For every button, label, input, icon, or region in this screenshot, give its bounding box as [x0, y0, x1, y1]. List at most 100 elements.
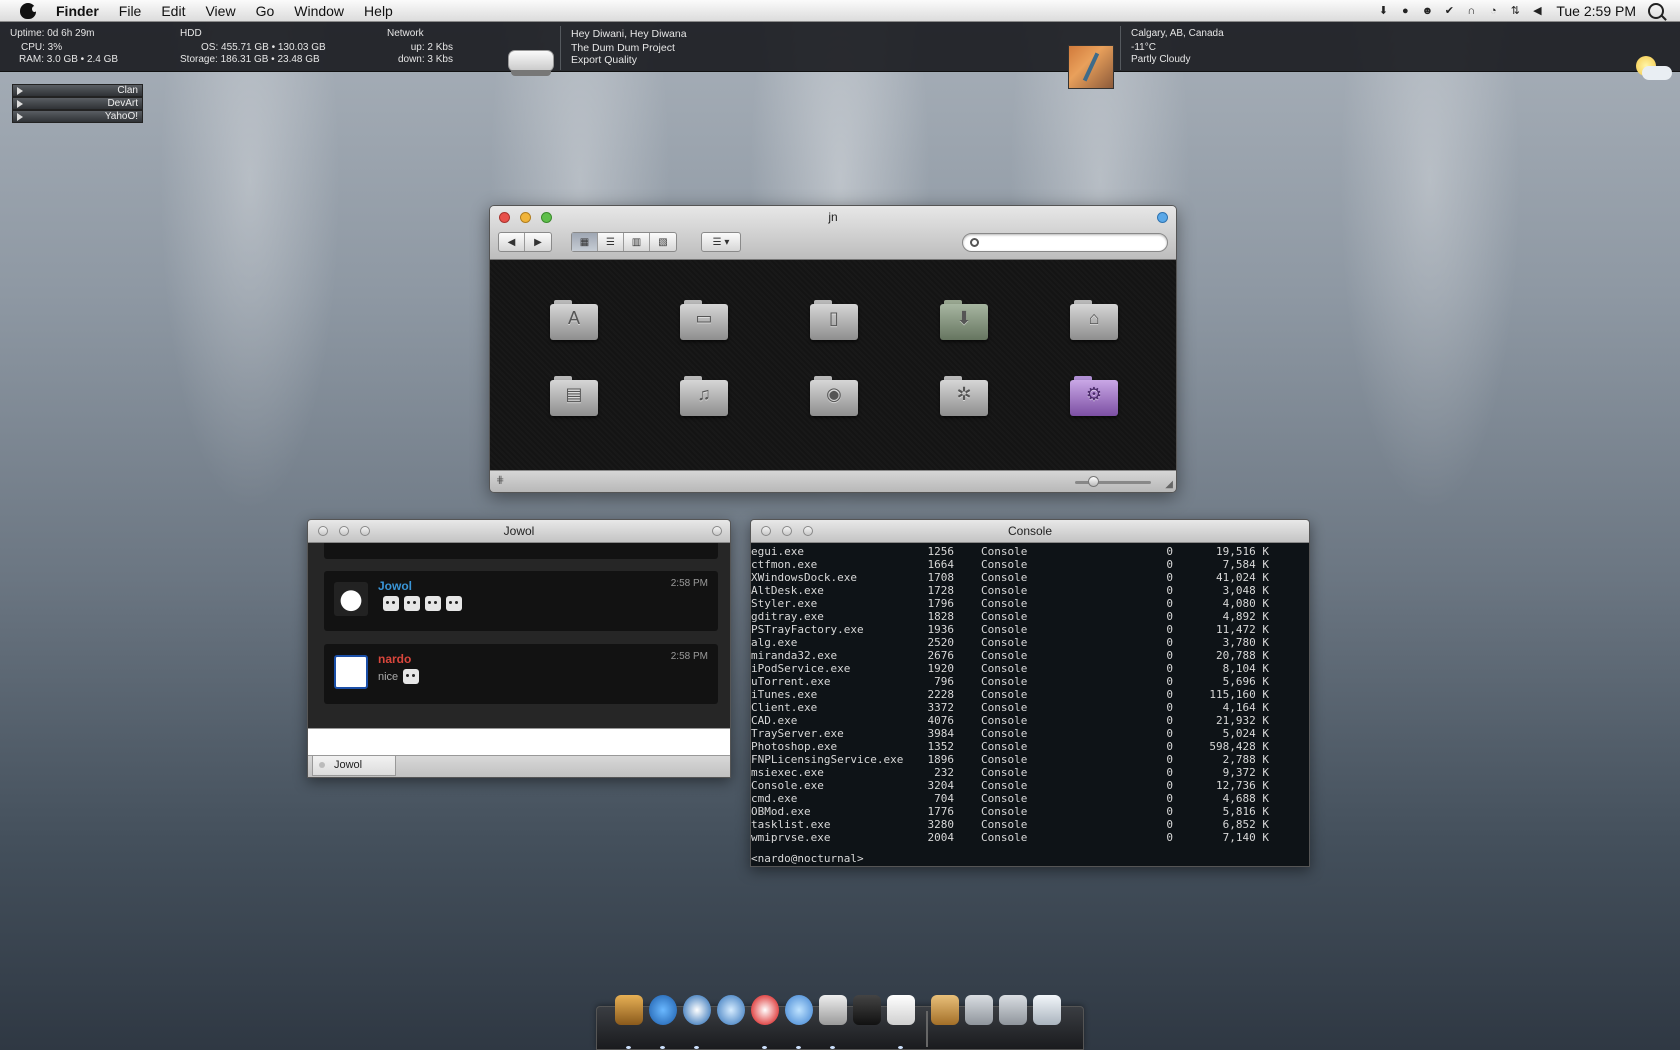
weather-temperature: -11°C [1131, 42, 1156, 53]
back-button[interactable]: ◀ [499, 233, 525, 251]
movies-folder-icon[interactable]: ▤ [550, 376, 598, 416]
finder-search-field[interactable] [962, 233, 1168, 252]
toolbar-toggle-button[interactable] [712, 526, 722, 536]
process-pid: 1828 [927, 610, 955, 623]
applications-folder-icon[interactable]: A [550, 300, 598, 340]
forward-button[interactable]: ▶ [525, 233, 551, 251]
emoticon-icon [446, 596, 462, 611]
chat-tab-bar: Jowol [308, 755, 730, 777]
hdd-os-text: OS: 455.71 GB • 130.03 GB [201, 42, 326, 53]
headphones-status-icon[interactable]: ∩ [1460, 5, 1482, 17]
process-pid: 2228 [927, 688, 955, 701]
music-folder-icon[interactable]: ♫ [680, 376, 728, 416]
process-session-number: 0 [1166, 714, 1173, 727]
desktop-folder-icon[interactable]: ▭ [680, 300, 728, 340]
library-folder-icon[interactable]: ⌂ [1070, 300, 1118, 340]
search-input[interactable] [985, 235, 1163, 250]
list-view-button[interactable]: ☰ [598, 233, 624, 251]
documents-stack-icon[interactable] [965, 995, 993, 1025]
terminal-icon[interactable] [853, 995, 881, 1025]
messenger-status-icon[interactable]: ☻ [1416, 5, 1438, 17]
partly-cloudy-icon [1630, 52, 1672, 86]
menu-edit[interactable]: Edit [151, 3, 195, 19]
icon-view-button[interactable]: ▦ [572, 233, 598, 251]
menu-window[interactable]: Window [284, 3, 354, 19]
process-name: PSTrayFactory.exe [751, 623, 864, 636]
window-title: Jowol [503, 524, 535, 538]
process-memory: 5,816 K [1222, 805, 1269, 818]
icon-size-slider-track[interactable] [1075, 481, 1151, 484]
console-prompt[interactable]: <nardo@nocturnal> [751, 852, 864, 865]
menu-file[interactable]: File [109, 3, 152, 19]
chat-status-icon[interactable]: ● [1394, 5, 1416, 17]
spotlight-search-icon[interactable] [1648, 2, 1664, 19]
menu-go[interactable]: Go [246, 3, 285, 19]
hdd-storage-text: Storage: 186.31 GB • 23.48 GB [180, 54, 320, 65]
icon-size-slider-knob[interactable] [1088, 476, 1099, 487]
process-memory: 4,688 K [1222, 792, 1269, 805]
messenger-icon[interactable] [751, 995, 779, 1025]
textedit-icon[interactable] [887, 995, 915, 1025]
menu-app-name[interactable]: Finder [46, 3, 109, 19]
process-name: uTorrent.exe [751, 675, 831, 688]
weather-location: Calgary, AB, Canada [1131, 28, 1224, 39]
dashboard-icon[interactable] [615, 995, 643, 1025]
downloads-folder-icon[interactable]: ⬇ [940, 300, 988, 340]
resize-grip-icon[interactable]: ◢ [1165, 479, 1173, 490]
wifi-status-icon[interactable]: ◔ [1482, 5, 1504, 17]
process-name: Client.exe [751, 701, 818, 714]
applications-stack-icon[interactable] [999, 995, 1027, 1025]
process-memory: 5,696 K [1222, 675, 1269, 688]
process-name: wmiprvse.exe [751, 831, 831, 844]
message-sender: Jowol [378, 579, 413, 593]
action-menu-button[interactable]: ☰ ▾ [702, 233, 740, 251]
apple-menu-icon[interactable] [20, 2, 37, 19]
message-bubble: Jowol 2:58 PM [324, 571, 718, 631]
menu-help[interactable]: Help [354, 3, 403, 19]
menu-view[interactable]: View [195, 3, 245, 19]
album-art-image[interactable] [1068, 45, 1114, 89]
process-session-number: 0 [1166, 610, 1173, 623]
quicklist-item-clan[interactable]: Clan [12, 84, 143, 97]
system-preferences-folder-icon[interactable]: ⚙ [1070, 376, 1118, 416]
pictures-folder-icon[interactable]: ◉ [810, 376, 858, 416]
trash-icon[interactable] [1033, 995, 1061, 1025]
mail-icon[interactable] [785, 995, 813, 1025]
process-pid: 1936 [927, 623, 955, 636]
trucks-icon[interactable] [819, 995, 847, 1025]
artist-name: Export Quality [571, 54, 637, 66]
process-pid: 3984 [927, 727, 955, 740]
safari-icon[interactable] [683, 995, 711, 1025]
transfer-status-icon[interactable]: ⇅ [1504, 4, 1526, 17]
menu-clock[interactable]: Tue 2:59 PM [1548, 3, 1648, 19]
chat-tab-jowol[interactable]: Jowol [312, 756, 396, 776]
process-pid: 1776 [927, 805, 955, 818]
quicklist-item-yahoo[interactable]: YahoO! [12, 110, 143, 123]
process-session-number: 0 [1166, 675, 1173, 688]
message-text: nice [378, 669, 420, 684]
toolbar-toggle-button[interactable] [1157, 212, 1168, 223]
process-memory: 11,472 K [1216, 623, 1269, 636]
process-session: Console [981, 818, 1028, 831]
download-status-icon[interactable]: ⬇ [1372, 4, 1394, 17]
process-name: CAD.exe [751, 714, 798, 727]
network-globe-icon[interactable] [649, 995, 677, 1025]
process-name: msiexec.exe [751, 766, 824, 779]
utilities-folder-icon[interactable]: ✲ [940, 376, 988, 416]
volume-status-icon[interactable]: ◀ [1526, 4, 1548, 17]
process-session-number: 0 [1166, 766, 1173, 779]
coverflow-view-button[interactable]: ▧ [650, 233, 676, 251]
column-view-button[interactable]: ▥ [624, 233, 650, 251]
process-session: Console [981, 753, 1028, 766]
hdd-stats: HDD OS: 455.71 GB • 130.03 GB Storage: 1… [180, 28, 326, 66]
checkmark-status-icon[interactable]: ✔ [1438, 4, 1460, 17]
itunes-icon[interactable] [717, 995, 745, 1025]
process-name: iPodService.exe [751, 662, 851, 675]
documents-folder-icon[interactable]: ▯ [810, 300, 858, 340]
console-output[interactable]: egui.exe 1256 Console 0 19,516 K ctfmon.exe 16… [751, 543, 1309, 866]
quicklist-item-devart[interactable]: DevArt [12, 97, 143, 110]
chat-input-field[interactable] [308, 728, 730, 755]
emoticon-icon [383, 596, 399, 611]
process-session: Console [981, 675, 1028, 688]
downloads-stack-icon[interactable] [931, 995, 959, 1025]
